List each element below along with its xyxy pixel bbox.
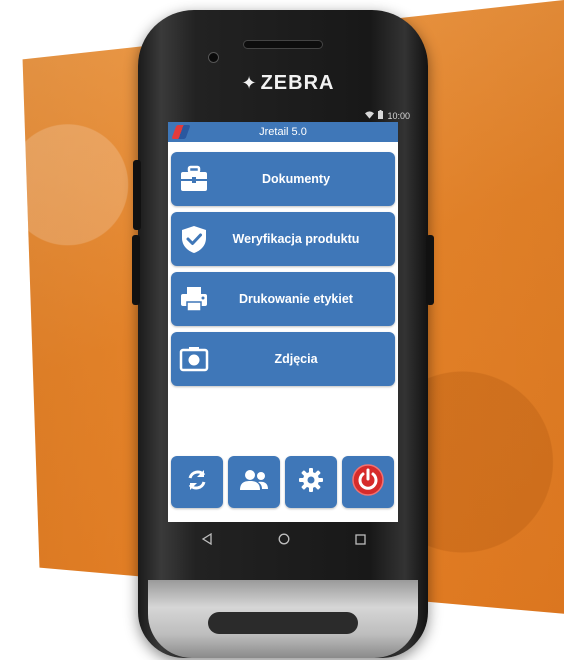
scan-button-left <box>132 235 140 305</box>
handheld-device: ✦ ZEBRA 10:00 Jretail 5.0 Dokumenty Wery… <box>132 10 434 658</box>
scan-button-right <box>426 235 434 305</box>
app-header: Jretail 5.0 <box>168 122 398 142</box>
users-button[interactable] <box>228 456 280 508</box>
back-icon[interactable] <box>201 533 213 545</box>
app-screen: Jretail 5.0 Dokumenty Weryfikacja produk… <box>168 122 398 522</box>
gear-icon <box>298 467 324 498</box>
power-button[interactable] <box>342 456 394 508</box>
briefcase-icon <box>179 164 209 194</box>
device-bottom-bumper <box>148 580 418 658</box>
menu-button-zdjecia[interactable]: Zdjęcia <box>171 332 395 386</box>
camera-icon <box>179 344 209 374</box>
app-logo-icon <box>171 125 191 139</box>
users-icon <box>239 467 269 498</box>
status-bar: 10:00 <box>365 110 410 121</box>
menu-button-drukowanie-etykiet[interactable]: Drukowanie etykiet <box>171 272 395 326</box>
settings-button[interactable] <box>285 456 337 508</box>
front-camera <box>208 52 219 63</box>
sync-button[interactable] <box>171 456 223 508</box>
zebra-logo-icon: ✦ <box>241 73 258 93</box>
recents-icon[interactable] <box>354 533 366 545</box>
status-time: 10:00 <box>387 110 410 121</box>
device-brand-logo: ✦ ZEBRA <box>228 72 348 95</box>
app-title: Jretail 5.0 <box>259 126 307 138</box>
menu-button-dokumenty[interactable]: Dokumenty <box>171 152 395 206</box>
side-button-left <box>133 160 141 230</box>
shield-check-icon <box>179 224 209 254</box>
sync-icon <box>184 467 210 498</box>
printer-icon <box>179 284 209 314</box>
battery-icon <box>378 110 384 121</box>
menu-button-weryfikacja-produktu[interactable]: Weryfikacja produktu <box>171 212 395 266</box>
brand-name: ZEBRA <box>260 72 335 94</box>
earpiece-speaker <box>243 40 323 49</box>
android-nav-bar <box>168 522 398 556</box>
power-icon <box>352 463 384 501</box>
home-icon[interactable] <box>278 533 290 545</box>
wifi-icon <box>365 110 375 121</box>
speaker-grill <box>208 612 358 634</box>
